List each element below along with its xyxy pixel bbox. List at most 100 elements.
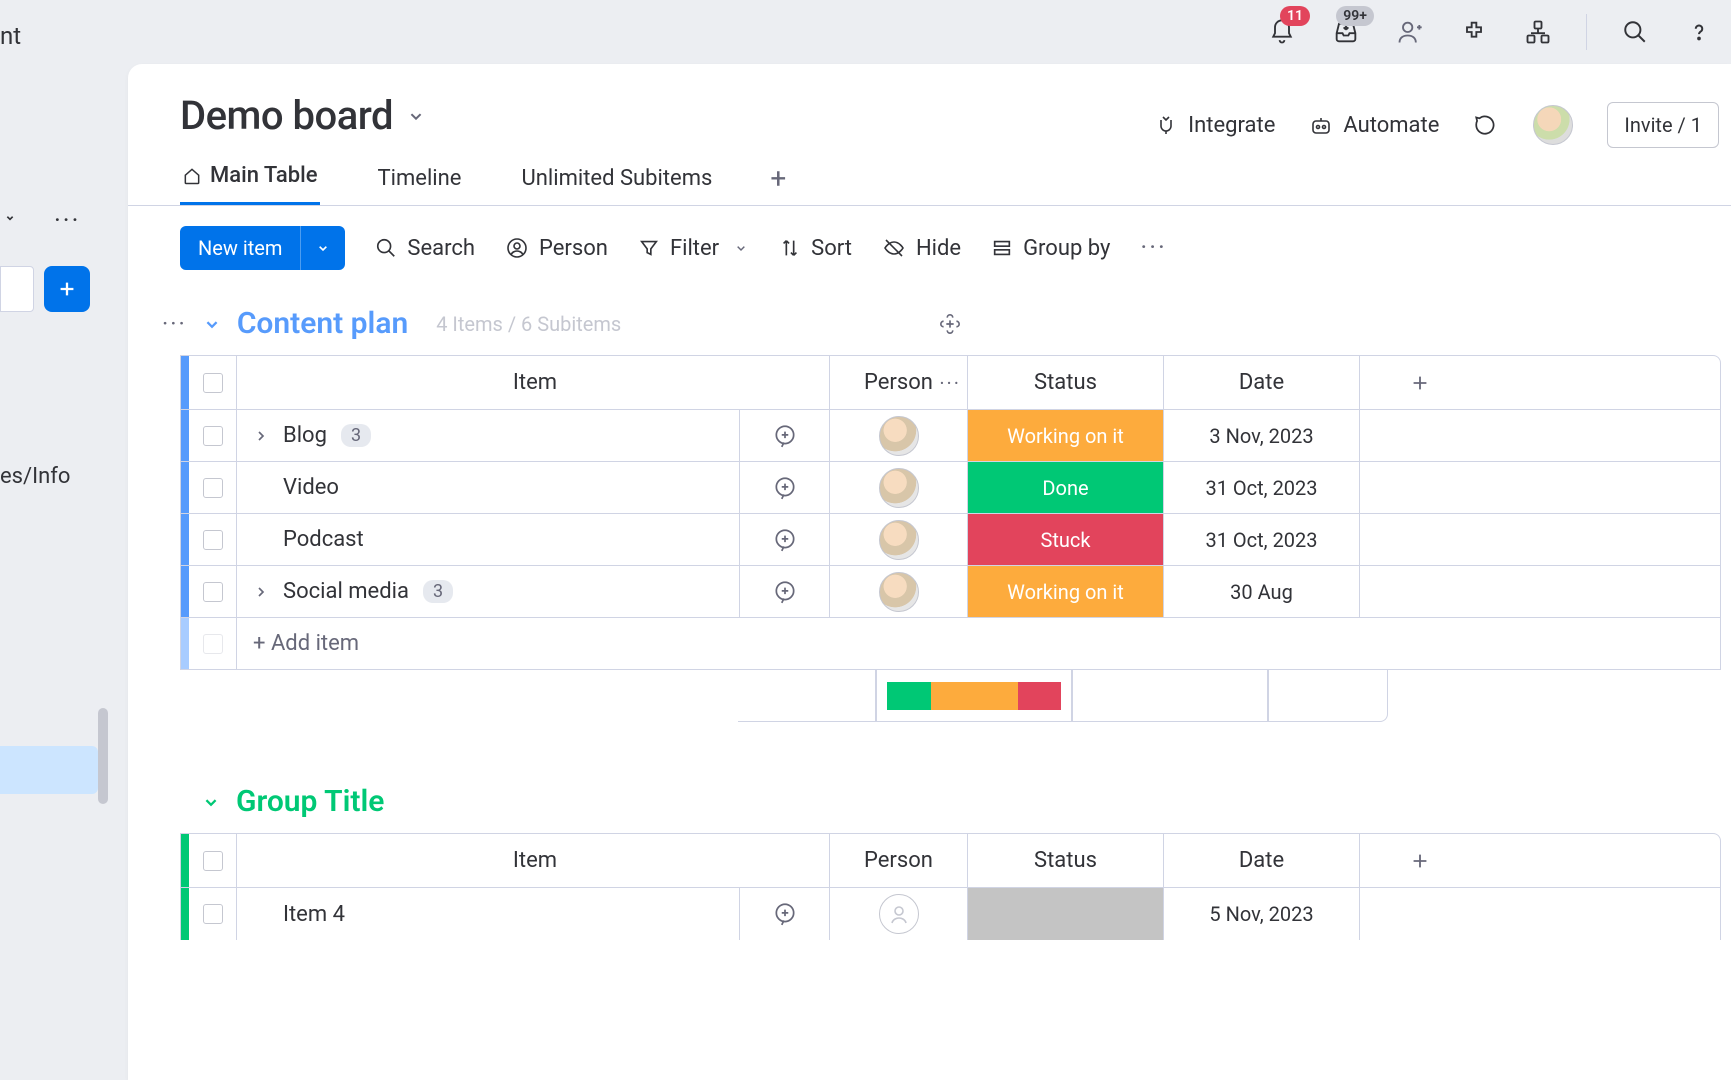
person-cell[interactable]: [829, 888, 967, 940]
board-title[interactable]: Demo board: [180, 92, 393, 139]
inbox-icon[interactable]: 99+: [1330, 16, 1362, 48]
toolbar-group-by-label: Group by: [1023, 236, 1110, 261]
person-cell[interactable]: [829, 462, 967, 513]
sidebar-add-button[interactable]: [44, 266, 90, 312]
column-header-person[interactable]: Person: [829, 834, 967, 887]
row-checkbox[interactable]: [203, 530, 223, 550]
row-checkbox[interactable]: [203, 634, 223, 654]
workspaces-icon[interactable]: [1522, 16, 1554, 48]
search-icon[interactable]: [1619, 16, 1651, 48]
column-header-status[interactable]: Status: [967, 356, 1163, 409]
toolbar-filter[interactable]: Filter: [638, 236, 749, 261]
group-collapse-icon[interactable]: [200, 791, 222, 813]
tab-label: Timeline: [378, 166, 462, 191]
open-updates-icon[interactable]: [739, 410, 829, 461]
board-title-chevron-icon[interactable]: [405, 105, 427, 127]
toolbar-person[interactable]: Person: [505, 236, 608, 261]
toolbar-hide[interactable]: Hide: [882, 236, 961, 261]
sidebar-search-fragment[interactable]: [0, 266, 34, 312]
sidebar-item-fragment[interactable]: es/Info: [0, 464, 70, 489]
group-header: Group Title: [158, 784, 1721, 819]
select-all-checkbox[interactable]: [203, 851, 223, 871]
toolbar-sort[interactable]: Sort: [779, 236, 852, 261]
column-header-item[interactable]: Item: [237, 356, 829, 409]
item-name-cell[interactable]: Social media 3: [237, 566, 739, 617]
column-header-status[interactable]: Status: [967, 834, 1163, 887]
sidebar-collapse-icon[interactable]: [0, 206, 20, 230]
invite-button[interactable]: Invite / 1: [1607, 102, 1719, 148]
toolbar-group-by[interactable]: Group by: [991, 236, 1110, 261]
row-checkbox[interactable]: [203, 904, 223, 924]
item-name-cell[interactable]: Video: [237, 462, 739, 513]
automate-button[interactable]: Automate: [1309, 113, 1439, 138]
open-updates-icon[interactable]: [739, 462, 829, 513]
row-stripe: [181, 410, 189, 461]
item-name-cell[interactable]: Podcast: [237, 514, 739, 565]
expand-subitems-icon[interactable]: [253, 428, 269, 444]
person-cell[interactable]: [829, 410, 967, 461]
person-avatar: [879, 520, 919, 560]
new-item-button[interactable]: New item: [180, 226, 345, 270]
integrate-button[interactable]: Integrate: [1154, 113, 1275, 138]
date-cell[interactable]: 3 Nov, 2023: [1163, 410, 1359, 461]
status-bar-stuck: [1018, 682, 1062, 710]
group-summary-row: [180, 670, 1721, 722]
status-cell[interactable]: [967, 888, 1163, 940]
column-header-date[interactable]: Date: [1163, 356, 1359, 409]
board-owner-avatar[interactable]: [1533, 105, 1573, 145]
group-title[interactable]: Content plan: [237, 306, 408, 341]
open-updates-icon[interactable]: [739, 888, 829, 940]
invite-members-icon[interactable]: [1394, 16, 1426, 48]
help-icon[interactable]: [1683, 16, 1715, 48]
column-header-date[interactable]: Date: [1163, 834, 1359, 887]
date-cell[interactable]: 31 Oct, 2023: [1163, 514, 1359, 565]
tab-unlimited-subitems[interactable]: Unlimited Subitems: [519, 156, 714, 205]
select-all-checkbox[interactable]: [203, 373, 223, 393]
apps-icon[interactable]: [1458, 16, 1490, 48]
drag-handle-icon[interactable]: [939, 313, 961, 335]
item-name-cell[interactable]: Item 4: [237, 888, 739, 940]
tab-main-table[interactable]: Main Table: [180, 153, 320, 205]
sidebar-more-icon[interactable]: ···: [54, 206, 80, 236]
sidebar-scrollbar[interactable]: [98, 708, 108, 804]
status-cell[interactable]: Done: [967, 462, 1163, 513]
new-item-dropdown-icon[interactable]: [300, 226, 345, 270]
column-more-icon[interactable]: ···: [939, 371, 961, 395]
open-updates-icon[interactable]: [739, 566, 829, 617]
group-more-icon[interactable]: ···: [162, 310, 187, 338]
date-cell[interactable]: 30 Aug: [1163, 566, 1359, 617]
notifications-icon[interactable]: 11: [1266, 16, 1298, 48]
header-left-fragment: nt: [0, 22, 21, 50]
expand-subitems-icon[interactable]: [253, 584, 269, 600]
board-discussion-icon[interactable]: [1473, 112, 1499, 138]
row-checkbox[interactable]: [203, 426, 223, 446]
status-cell[interactable]: Stuck: [967, 514, 1163, 565]
column-header-item[interactable]: Item: [237, 834, 829, 887]
summary-date: [1072, 670, 1268, 722]
date-cell[interactable]: 31 Oct, 2023: [1163, 462, 1359, 513]
row-checkbox[interactable]: [203, 582, 223, 602]
add-view-button[interactable]: +: [770, 162, 786, 205]
group-content-plan: ··· Content plan 4 Items / 6 Subitems It…: [128, 290, 1731, 722]
toolbar-search[interactable]: Search: [375, 236, 475, 261]
status-cell[interactable]: Working on it: [967, 410, 1163, 461]
person-cell[interactable]: [829, 514, 967, 565]
add-column-button[interactable]: [1359, 356, 1479, 409]
add-column-button[interactable]: [1359, 834, 1479, 887]
date-cell[interactable]: 5 Nov, 2023: [1163, 888, 1359, 940]
status-distribution-bar: [887, 682, 1061, 710]
person-cell[interactable]: [829, 566, 967, 617]
tab-timeline[interactable]: Timeline: [376, 156, 464, 205]
add-item-input[interactable]: + Add item: [237, 618, 829, 669]
column-header-person[interactable]: Person ···: [829, 356, 967, 409]
status-cell[interactable]: Working on it: [967, 566, 1163, 617]
add-item-row[interactable]: + Add item: [181, 618, 1720, 670]
open-updates-icon[interactable]: [739, 514, 829, 565]
group-collapse-icon[interactable]: [201, 313, 223, 335]
toolbar-more-icon[interactable]: ···: [1140, 233, 1166, 263]
group-title[interactable]: Group Title: [236, 784, 384, 819]
item-name-cell[interactable]: Blog 3: [237, 410, 739, 461]
group-table: Item Person Status Date Item 4: [180, 833, 1721, 940]
sidebar-active-item[interactable]: [0, 746, 98, 794]
row-checkbox[interactable]: [203, 478, 223, 498]
